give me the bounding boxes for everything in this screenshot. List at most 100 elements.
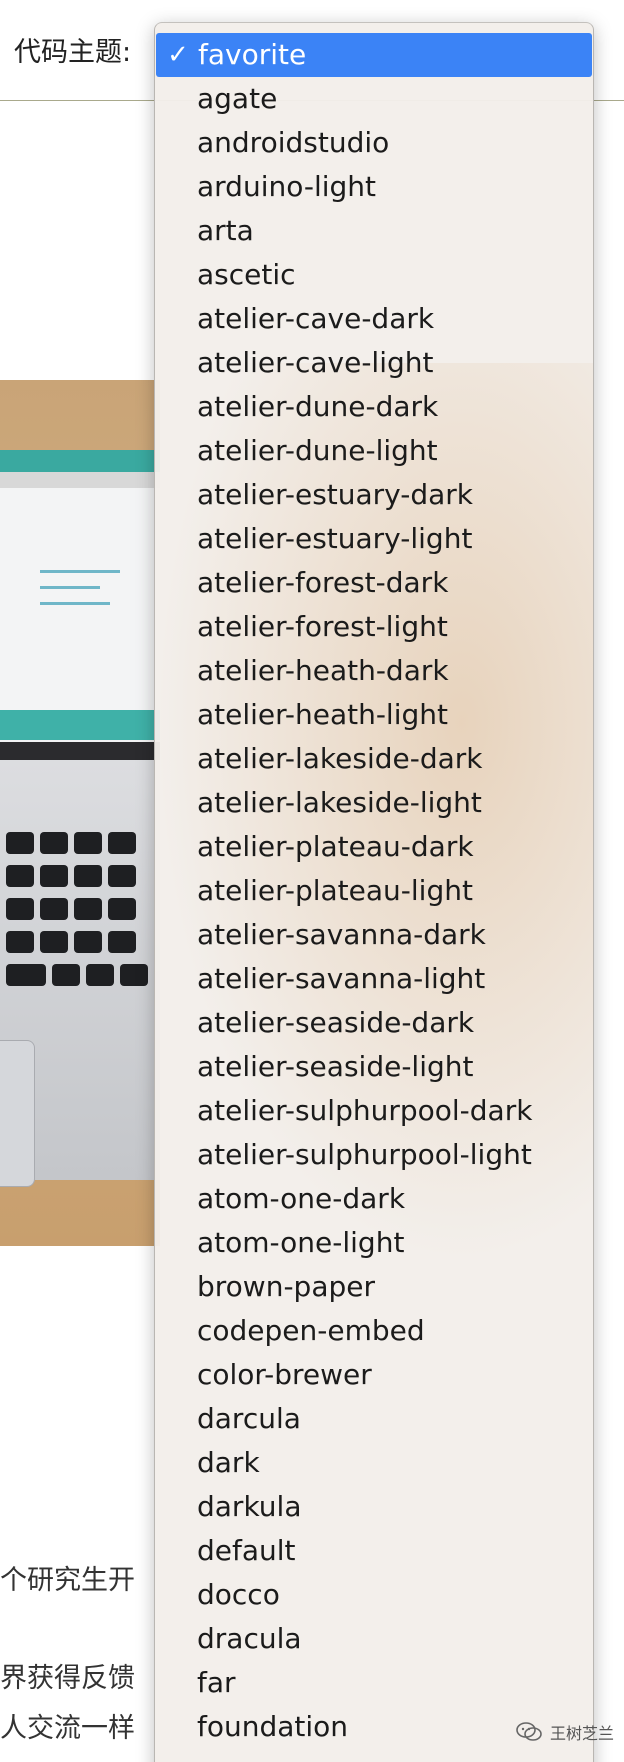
photo-key bbox=[74, 832, 102, 854]
code-theme-label: 代码主题: bbox=[14, 37, 132, 68]
theme-option-label: atelier-heath-light bbox=[197, 698, 448, 731]
theme-option-label: default bbox=[197, 1534, 296, 1567]
theme-option-label: darcula bbox=[197, 1402, 301, 1435]
theme-option-brown-paper[interactable]: brown-paper bbox=[155, 1265, 593, 1309]
photo-key bbox=[120, 964, 148, 986]
photo-key bbox=[6, 964, 46, 986]
theme-option-label: atelier-seaside-dark bbox=[197, 1006, 475, 1039]
theme-option-label: atelier-lakeside-dark bbox=[197, 742, 483, 775]
photo-key bbox=[108, 865, 136, 887]
theme-option-atelier-estuary-dark[interactable]: atelier-estuary-dark bbox=[155, 473, 593, 517]
theme-option-atelier-forest-dark[interactable]: atelier-forest-dark bbox=[155, 561, 593, 605]
theme-option-label: atelier-heath-dark bbox=[197, 654, 449, 687]
photo-key bbox=[6, 832, 34, 854]
theme-option-atelier-plateau-dark[interactable]: atelier-plateau-dark bbox=[155, 825, 593, 869]
code-theme-dropdown-menu[interactable]: ✓ favorite agate androidstudio arduino-light… bbox=[154, 22, 594, 1762]
theme-option-label: atelier-sulphurpool-light bbox=[197, 1138, 532, 1171]
theme-option-label: atom-one-light bbox=[197, 1226, 405, 1259]
theme-option-label: dark bbox=[197, 1446, 260, 1479]
photo-key bbox=[40, 931, 68, 953]
theme-option-label: atelier-cave-light bbox=[197, 346, 434, 379]
theme-option-darcula[interactable]: darcula bbox=[155, 1397, 593, 1441]
theme-option-atelier-dune-dark[interactable]: atelier-dune-dark bbox=[155, 385, 593, 429]
theme-option-color-brewer[interactable]: color-brewer bbox=[155, 1353, 593, 1397]
theme-option-atelier-forest-light[interactable]: atelier-forest-light bbox=[155, 605, 593, 649]
theme-option-atelier-heath-light[interactable]: atelier-heath-light bbox=[155, 693, 593, 737]
theme-option-label: atelier-dune-light bbox=[197, 434, 438, 467]
photo-key bbox=[6, 865, 34, 887]
theme-option-ascetic[interactable]: ascetic bbox=[155, 253, 593, 297]
photo-trackpad bbox=[0, 1040, 35, 1187]
photo-key bbox=[108, 931, 136, 953]
theme-option-atelier-savanna-dark[interactable]: atelier-savanna-dark bbox=[155, 913, 593, 957]
theme-option-label: brown-paper bbox=[197, 1270, 375, 1303]
watermark-text: 王树芝兰 bbox=[549, 1724, 614, 1743]
photo-screen-edge bbox=[0, 450, 160, 472]
theme-option-atom-one-dark[interactable]: atom-one-dark bbox=[155, 1177, 593, 1221]
photo-screen bbox=[0, 472, 160, 742]
photo-screen-line bbox=[40, 586, 100, 589]
theme-option-atelier-estuary-light[interactable]: atelier-estuary-light bbox=[155, 517, 593, 561]
article-text-line: 个研究生开 bbox=[0, 1565, 135, 1596]
theme-option-label: docco bbox=[197, 1578, 280, 1611]
page: 代码主题: 个研究生开 界获得反馈 人交流一样 ✓ favorite agate… bbox=[0, 0, 624, 1762]
photo-key bbox=[108, 898, 136, 920]
article-text-line: 人交流一样 bbox=[0, 1713, 135, 1744]
photo-key bbox=[74, 865, 102, 887]
photo-screen-bar bbox=[0, 710, 160, 740]
theme-option-arduino-light[interactable]: arduino-light bbox=[155, 165, 593, 209]
photo-key bbox=[6, 898, 34, 920]
theme-option-label: atelier-estuary-dark bbox=[197, 478, 474, 511]
theme-option-androidstudio[interactable]: androidstudio bbox=[155, 121, 593, 165]
theme-option-label: arduino-light bbox=[197, 170, 377, 203]
theme-option-atelier-dune-light[interactable]: atelier-dune-light bbox=[155, 429, 593, 473]
theme-option-atelier-seaside-dark[interactable]: atelier-seaside-dark bbox=[155, 1001, 593, 1045]
theme-option-label: atelier-forest-light bbox=[197, 610, 448, 643]
photo-key bbox=[40, 832, 68, 854]
theme-option-atelier-heath-dark[interactable]: atelier-heath-dark bbox=[155, 649, 593, 693]
theme-option-label: far bbox=[197, 1666, 236, 1699]
theme-option-atelier-seaside-light[interactable]: atelier-seaside-light bbox=[155, 1045, 593, 1089]
theme-option-label: atelier-seaside-light bbox=[197, 1050, 474, 1083]
photo-screen-line bbox=[40, 570, 120, 573]
theme-option-atelier-lakeside-light[interactable]: atelier-lakeside-light bbox=[155, 781, 593, 825]
theme-option-atelier-sulphurpool-light[interactable]: atelier-sulphurpool-light bbox=[155, 1133, 593, 1177]
theme-option-label: atelier-plateau-light bbox=[197, 874, 473, 907]
theme-option-label: atelier-cave-dark bbox=[197, 302, 435, 335]
checkmark-icon: ✓ bbox=[167, 40, 189, 70]
theme-option-label: atelier-savanna-dark bbox=[197, 918, 486, 951]
theme-option-darkula[interactable]: darkula bbox=[155, 1485, 593, 1529]
theme-option-docco[interactable]: docco bbox=[155, 1573, 593, 1617]
theme-option-atelier-savanna-light[interactable]: atelier-savanna-light bbox=[155, 957, 593, 1001]
theme-option-dracula[interactable]: dracula bbox=[155, 1617, 593, 1661]
watermark: 王树芝兰 bbox=[516, 1720, 614, 1744]
photo-key bbox=[74, 931, 102, 953]
theme-option-codepen-embed[interactable]: codepen-embed bbox=[155, 1309, 593, 1353]
theme-option-label: color-brewer bbox=[197, 1358, 372, 1391]
theme-option-label: atelier-plateau-dark bbox=[197, 830, 474, 863]
theme-option-label: dracula bbox=[197, 1622, 302, 1655]
theme-option-label: atelier-sulphurpool-dark bbox=[197, 1094, 533, 1127]
theme-option-favorite[interactable]: ✓ favorite bbox=[156, 33, 592, 77]
theme-option-atelier-cave-light[interactable]: atelier-cave-light bbox=[155, 341, 593, 385]
theme-option-far[interactable]: far bbox=[155, 1661, 593, 1705]
theme-option-atelier-plateau-light[interactable]: atelier-plateau-light bbox=[155, 869, 593, 913]
theme-option-agate[interactable]: agate bbox=[155, 77, 593, 121]
theme-option-atelier-sulphurpool-dark[interactable]: atelier-sulphurpool-dark bbox=[155, 1089, 593, 1133]
theme-option-label: codepen-embed bbox=[197, 1314, 425, 1347]
theme-option-default[interactable]: default bbox=[155, 1529, 593, 1573]
theme-option-label: favorite bbox=[198, 38, 307, 71]
theme-option-label: ascetic bbox=[197, 258, 296, 291]
photo-key bbox=[52, 964, 80, 986]
theme-option-arta[interactable]: arta bbox=[155, 209, 593, 253]
photo-key bbox=[86, 964, 114, 986]
theme-option-label: atelier-dune-dark bbox=[197, 390, 439, 423]
theme-option-label: atelier-savanna-light bbox=[197, 962, 486, 995]
theme-option-atelier-cave-dark[interactable]: atelier-cave-dark bbox=[155, 297, 593, 341]
theme-option-dark[interactable]: dark bbox=[155, 1441, 593, 1485]
photo-key bbox=[40, 865, 68, 887]
theme-option-label: atelier-forest-dark bbox=[197, 566, 449, 599]
theme-option-atom-one-light[interactable]: atom-one-light bbox=[155, 1221, 593, 1265]
theme-option-atelier-lakeside-dark[interactable]: atelier-lakeside-dark bbox=[155, 737, 593, 781]
theme-option-label: androidstudio bbox=[197, 126, 390, 159]
